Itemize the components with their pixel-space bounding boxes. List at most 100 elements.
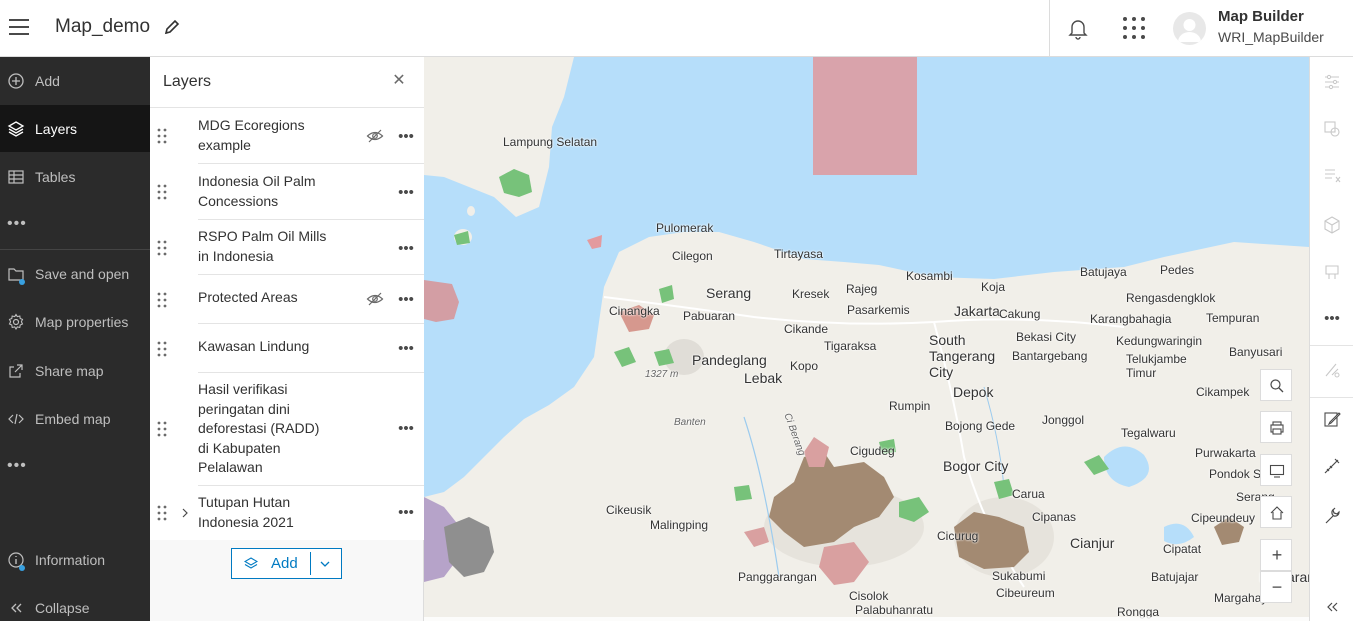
app-launcher-icon[interactable]: [1121, 15, 1147, 41]
print-button[interactable]: [1260, 411, 1292, 443]
visibility-off-icon[interactable]: [366, 290, 384, 308]
nav-layers[interactable]: Layers: [0, 105, 150, 152]
nav-layers-label: Layers: [35, 120, 78, 137]
screen-button[interactable]: [1260, 454, 1292, 486]
nav-information[interactable]: Information: [0, 536, 150, 583]
map-label: Malingping: [650, 518, 709, 532]
map-label: Kedungwaringin: [1116, 334, 1203, 348]
visibility-off-icon[interactable]: [366, 127, 384, 145]
styles-icon[interactable]: [1322, 119, 1342, 139]
map-view[interactable]: Lampung Selatan Pulomerak Cilegon Tirtay…: [424, 57, 1309, 621]
layer-name: Indonesia Oil Palm Concessions: [198, 173, 316, 209]
properties-sliders-icon[interactable]: [1322, 72, 1342, 92]
save-status-dot: [19, 279, 25, 285]
layer-options-icon[interactable]: •••: [397, 292, 415, 312]
edit-icon[interactable]: [1322, 409, 1342, 429]
layer-options-icon[interactable]: •••: [397, 341, 415, 361]
home-button[interactable]: [1260, 496, 1292, 528]
map-label: Tegalwaru: [1121, 426, 1176, 440]
nav-save-open[interactable]: Save and open: [0, 250, 150, 297]
wrench-icon[interactable]: [1322, 506, 1342, 526]
layer-options-icon[interactable]: •••: [397, 129, 415, 149]
chevron-right-icon[interactable]: [180, 508, 190, 518]
map-label: Palabuhanratu: [855, 603, 934, 617]
plus-icon: +: [1271, 545, 1283, 565]
zoom-in-button[interactable]: +: [1260, 539, 1292, 571]
map-label: Serang: [706, 285, 752, 301]
drag-handle-icon[interactable]: [157, 421, 167, 437]
sketch-icon[interactable]: [1322, 360, 1342, 380]
toolbar-divider: [1310, 345, 1353, 346]
map-title: Map_demo: [55, 16, 151, 37]
nav-embed-map[interactable]: Embed map: [0, 395, 150, 442]
add-layer-button[interactable]: Add: [231, 548, 342, 579]
close-icon[interactable]: ✕: [390, 72, 408, 90]
nav-share-map[interactable]: Share map: [0, 347, 150, 394]
monitor-icon: [1269, 464, 1285, 478]
map-label: Cigudeg: [850, 444, 895, 458]
menu-icon[interactable]: [9, 19, 29, 37]
add-layer-label: Add: [271, 555, 298, 572]
nav-more-icon[interactable]: •••: [7, 215, 27, 233]
layer-options-icon[interactable]: •••: [397, 185, 415, 205]
drag-handle-icon[interactable]: [157, 505, 167, 521]
edit-title-icon[interactable]: [163, 18, 183, 38]
nav-tables-label: Tables: [35, 168, 76, 185]
map-label: Purwakarta: [1195, 446, 1256, 460]
map-search-button[interactable]: [1260, 369, 1292, 401]
map-label: Cinangka: [609, 304, 660, 318]
user-name[interactable]: Map Builder: [1218, 8, 1304, 25]
layer-name: RSPO Palm Oil Mills in Indonesia: [198, 228, 327, 264]
measure-icon[interactable]: [1322, 456, 1342, 476]
map-label: Cilegon: [672, 249, 713, 263]
user-avatar[interactable]: [1173, 12, 1206, 45]
gear-icon: [8, 313, 24, 331]
drag-handle-icon[interactable]: [157, 341, 167, 357]
header-divider: [1049, 0, 1050, 57]
map-attribution: [424, 617, 1309, 621]
info-status-dot: [19, 565, 25, 571]
user-id[interactable]: WRI_MapBuilder: [1218, 29, 1324, 45]
map-label: Rengasdengklok: [1126, 291, 1216, 305]
drag-handle-icon[interactable]: [157, 292, 167, 308]
add-circle-icon: [8, 73, 24, 89]
layer-item[interactable]: MDG Ecoregions example •••: [150, 108, 424, 164]
nav-add[interactable]: Add: [0, 57, 150, 104]
map-label: Karangbahagia: [1090, 312, 1172, 326]
code-icon: [8, 413, 24, 425]
toolbar-divider: [1310, 397, 1353, 398]
nav-more-icon-2[interactable]: •••: [7, 457, 27, 475]
layers-add-icon: [244, 557, 258, 569]
drag-handle-icon[interactable]: [157, 184, 167, 200]
layer-options-icon[interactable]: •••: [397, 505, 415, 525]
map-label: 1327 m: [645, 369, 679, 380]
fields-icon[interactable]: [1322, 165, 1342, 185]
layer-item[interactable]: RSPO Palm Oil Mills in Indonesia •••: [150, 220, 424, 275]
drag-handle-icon[interactable]: [157, 128, 167, 144]
map-label: Lampung Selatan: [503, 135, 598, 149]
notifications-bell-icon[interactable]: [1066, 16, 1090, 40]
zoom-out-button[interactable]: −: [1260, 571, 1292, 603]
double-chevron-left-icon: [11, 603, 22, 613]
chevron-down-icon[interactable]: [319, 558, 331, 570]
nav-information-label: Information: [35, 551, 106, 568]
share-icon: [9, 364, 23, 378]
nav-tables[interactable]: Tables: [0, 153, 150, 200]
layer-item[interactable]: Hasil verifikasi peringatan dini defores…: [150, 373, 424, 486]
layer-group-item[interactable]: Tutupan Hutan Indonesia 2021 •••: [150, 486, 424, 540]
double-chevron-left-icon[interactable]: [1322, 597, 1342, 617]
layer-item[interactable]: Indonesia Oil Palm Concessions •••: [150, 164, 424, 220]
more-tools-icon[interactable]: •••: [1322, 310, 1342, 330]
layer-options-icon[interactable]: •••: [397, 421, 415, 441]
nav-map-properties[interactable]: Map properties: [0, 298, 150, 345]
drag-handle-icon[interactable]: [157, 240, 167, 256]
minus-icon: −: [1271, 577, 1283, 597]
labels-icon[interactable]: [1322, 262, 1342, 282]
cube-icon[interactable]: [1322, 215, 1342, 235]
layer-item[interactable]: Protected Areas •••: [150, 275, 424, 324]
nav-collapse[interactable]: Collapse: [0, 584, 150, 621]
layer-item[interactable]: Kawasan Lindung •••: [150, 324, 424, 373]
map-label: South: [929, 332, 966, 348]
layers-icon: [7, 121, 25, 137]
layer-options-icon[interactable]: •••: [397, 241, 415, 261]
